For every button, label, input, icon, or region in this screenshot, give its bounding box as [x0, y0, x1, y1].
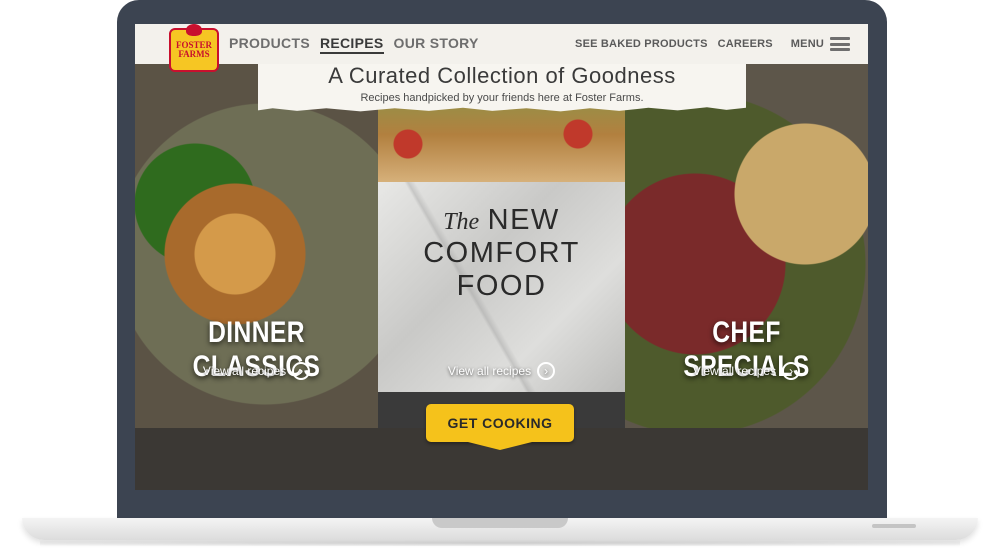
site-header: FOSTER FARMS PRODUCTS RECIPES OUR STORY … — [135, 24, 868, 72]
nav-products[interactable]: PRODUCTS — [229, 35, 310, 54]
torn-paper-banner: A Curated Collection of Goodness Recipes… — [258, 62, 746, 112]
chevron-right-icon: › — [292, 362, 311, 380]
view-all-label: View all recipes — [202, 364, 287, 378]
foster-farms-logo[interactable]: FOSTER FARMS — [169, 24, 219, 72]
nav-our-story[interactable]: OUR STORY — [394, 35, 479, 54]
nav-careers[interactable]: CAREERS — [718, 38, 773, 50]
laptop-foot — [872, 524, 916, 528]
view-all-label: View all recipes — [447, 364, 532, 378]
comfort-new: NEW — [487, 204, 560, 236]
hamburger-icon — [830, 37, 850, 51]
menu-label: MENU — [790, 38, 824, 50]
nav-see-baked-products[interactable]: SEE BAKED PRODUCTS — [575, 38, 708, 50]
nav-recipes[interactable]: RECIPES — [319, 35, 384, 54]
screen: FOSTER FARMS PRODUCTS RECIPES OUR STORY … — [135, 24, 868, 490]
rooster-icon — [186, 24, 202, 36]
logo-text: FOSTER FARMS — [175, 40, 212, 59]
chevron-right-icon: › — [537, 362, 556, 380]
view-all-recipes-link[interactable]: View all recipes › — [378, 362, 625, 380]
secondary-nav: SEE BAKED PRODUCTS CAREERS MENU — [575, 37, 850, 51]
get-cooking-button[interactable]: GET COOKING — [426, 404, 574, 450]
banner-subtitle: Recipes handpicked by your friends here … — [360, 92, 644, 104]
panel-chef-specials[interactable]: CHEF SPECIALS View all recipes › — [625, 64, 868, 428]
menu-button[interactable]: MENU — [791, 37, 850, 51]
panel-dinner-classics[interactable]: DINNER CLASSICS View all recipes › — [135, 64, 378, 428]
main-nav: PRODUCTS RECIPES OUR STORY — [229, 35, 479, 54]
laptop-notch — [432, 518, 568, 528]
view-all-label: View all recipes — [692, 364, 777, 378]
comfort-food-title: The NEW COMFORT FOOD — [378, 204, 625, 303]
comfort-food: FOOD — [456, 270, 547, 302]
chevron-right-icon: › — [782, 362, 801, 380]
comfort-the: The — [443, 209, 480, 235]
view-all-recipes-link[interactable]: View all recipes › — [625, 362, 868, 380]
comfort-comfort: COMFORT — [423, 237, 580, 269]
view-all-recipes-link[interactable]: View all recipes › — [135, 362, 378, 380]
laptop-shadow — [40, 540, 960, 546]
banner-title: A Curated Collection of Goodness — [328, 63, 676, 88]
get-cooking-label: GET COOKING — [447, 415, 553, 431]
panel-new-comfort-food[interactable]: The NEW COMFORT FOOD View all recipes › — [378, 64, 625, 428]
